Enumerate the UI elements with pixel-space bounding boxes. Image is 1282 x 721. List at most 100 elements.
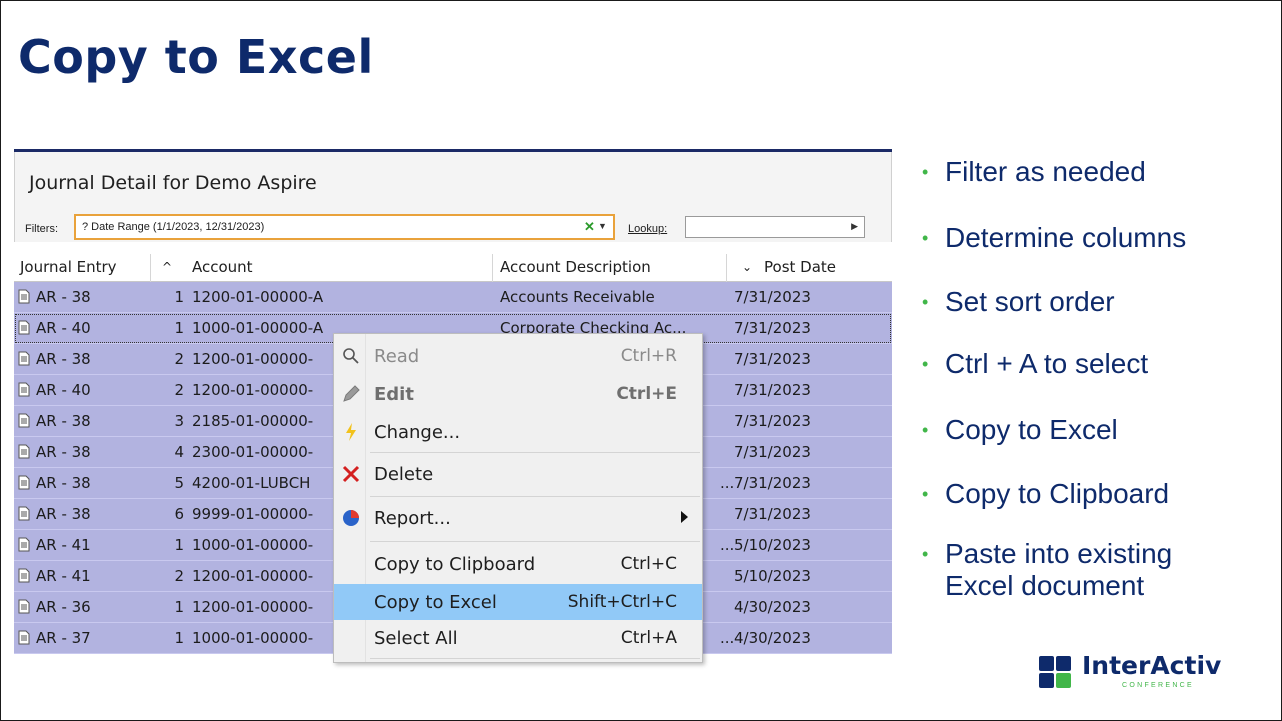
menu-separator (370, 452, 700, 453)
cell-journal-entry: AR - 40 (36, 319, 91, 337)
logo-name: InterActiv (1082, 651, 1222, 680)
context-menu: Read Ctrl+R Edit Ctrl+E Change... Delete… (333, 333, 703, 663)
document-icon (18, 475, 32, 491)
column-header-account[interactable]: Account (192, 258, 253, 276)
menu-separator (370, 496, 700, 497)
cell-post-date: 4/30/2023 (734, 629, 811, 647)
cell-post-date: 5/10/2023 (734, 567, 811, 585)
cell-account: 2185-01-00000- (192, 412, 314, 430)
cell-account: 1000-01-00000-A (192, 319, 324, 337)
cell-account: 1200-01-00000- (192, 567, 314, 585)
menu-item-shortcut: Ctrl+C (620, 554, 677, 574)
bullet-dot-icon: • (922, 544, 929, 564)
bullet-text: Paste into existing Excel document (945, 538, 1173, 601)
document-icon (18, 568, 32, 584)
cell-journal-entry: AR - 41 (36, 536, 91, 554)
cell-post-date: 5/10/2023 (734, 536, 811, 554)
cell-account-description: ... (720, 536, 735, 554)
column-divider (726, 254, 727, 282)
slide-title: Copy to Excel (18, 30, 374, 84)
filter-value: ? Date Range (1/1/2023, 12/31/2023) (82, 221, 265, 233)
menu-item-report[interactable]: Report... (334, 500, 702, 536)
pie-chart-icon (341, 508, 361, 528)
cell-journal-entry: AR - 36 (36, 598, 91, 616)
menu-separator (370, 658, 700, 659)
cell-post-date: 7/31/2023 (734, 443, 811, 461)
filter-input[interactable]: ? Date Range (1/1/2023, 12/31/2023) ✕ ▼ (74, 214, 615, 240)
menu-item-shortcut: Ctrl+E (616, 384, 677, 404)
column-header-post-date[interactable]: Post Date (764, 258, 836, 276)
menu-item-shortcut: Ctrl+R (620, 346, 677, 366)
cell-journal-entry: AR - 38 (36, 474, 91, 492)
filters-label: Filters: (25, 223, 58, 235)
menu-item-edit[interactable]: Edit Ctrl+E (334, 376, 702, 412)
menu-item-change[interactable]: Change... (334, 414, 702, 450)
table-row[interactable]: AR - 38 1 1200-01-00000-A Accounts Recei… (14, 282, 892, 313)
cell-account: 1200-01-00000- (192, 598, 314, 616)
cell-line: 4 (174, 443, 184, 461)
logo-subtitle: CONFERENCE (1122, 682, 1195, 689)
submenu-arrow-icon (681, 511, 688, 523)
menu-item-label: Report... (374, 508, 451, 529)
cell-post-date: 7/31/2023 (734, 288, 811, 306)
bullet-text: Determine columns (945, 222, 1187, 253)
bullet-dot-icon: • (922, 162, 929, 182)
cell-line: 1 (174, 319, 184, 337)
cell-account: 1000-01-00000- (192, 536, 314, 554)
document-icon (18, 320, 32, 336)
document-icon (18, 630, 32, 646)
menu-item-read[interactable]: Read Ctrl+R (334, 338, 702, 374)
cell-line: 2 (174, 381, 184, 399)
column-header-row: Journal Entry ^ Account Account Descript… (14, 254, 892, 282)
lookup-input[interactable]: ▶ (685, 216, 865, 238)
bullet-text: Copy to Excel (945, 414, 1118, 445)
clear-filter-icon[interactable]: ✕ (584, 219, 595, 235)
pencil-icon (341, 384, 361, 404)
document-icon (18, 506, 32, 522)
cell-post-date: 7/31/2023 (734, 474, 811, 492)
menu-item-shortcut: Ctrl+A (620, 628, 677, 648)
cell-line: 1 (174, 629, 184, 647)
cell-account: 9999-01-00000- (192, 505, 314, 523)
cell-post-date: 7/31/2023 (734, 381, 811, 399)
menu-item-label: Copy to Clipboard (374, 554, 536, 575)
menu-item-label: Select All (374, 628, 458, 649)
cell-journal-entry: AR - 38 (36, 350, 91, 368)
cell-post-date: 7/31/2023 (734, 319, 811, 337)
menu-item-copy-to-excel[interactable]: Copy to Excel Shift+Ctrl+C (334, 584, 702, 620)
column-header-journal-entry[interactable]: Journal Entry (20, 258, 117, 276)
menu-item-copy-to-clipboard[interactable]: Copy to Clipboard Ctrl+C (334, 546, 702, 582)
cell-account: 2300-01-00000- (192, 443, 314, 461)
bullet-dot-icon: • (922, 354, 929, 374)
cell-post-date: 7/31/2023 (734, 350, 811, 368)
chevron-right-icon[interactable]: ▶ (851, 221, 858, 232)
menu-item-label: Read (374, 346, 420, 367)
document-icon (18, 537, 32, 553)
search-icon (341, 346, 361, 366)
lightning-icon (341, 422, 361, 442)
sort-ascending-icon[interactable]: ^ (162, 260, 172, 274)
menu-item-label: Delete (374, 464, 434, 485)
cell-journal-entry: AR - 38 (36, 412, 91, 430)
cell-account-description: ... (720, 474, 735, 492)
menu-item-select-all[interactable]: Select All Ctrl+A (334, 620, 702, 656)
bullet-dot-icon: • (922, 228, 929, 248)
cell-line: 5 (174, 474, 184, 492)
sort-descending-icon[interactable]: ⌄ (742, 260, 752, 274)
column-header-account-description[interactable]: Account Description (500, 258, 651, 276)
cell-line: 1 (174, 536, 184, 554)
bullet-dot-icon: • (922, 484, 929, 504)
cell-post-date: 7/31/2023 (734, 412, 811, 430)
document-icon (18, 351, 32, 367)
document-icon (18, 444, 32, 460)
document-icon (18, 599, 32, 615)
cell-account-description: Accounts Receivable (500, 288, 655, 306)
cell-post-date: 4/30/2023 (734, 598, 811, 616)
cell-account: 1200-01-00000- (192, 381, 314, 399)
cell-account: 1200-01-00000-A (192, 288, 324, 306)
chevron-down-icon[interactable]: ▼ (598, 221, 607, 231)
cell-line: 6 (174, 505, 184, 523)
menu-item-delete[interactable]: Delete (334, 456, 702, 492)
window-title: Journal Detail for Demo Aspire (29, 172, 317, 194)
cell-line: 1 (174, 598, 184, 616)
